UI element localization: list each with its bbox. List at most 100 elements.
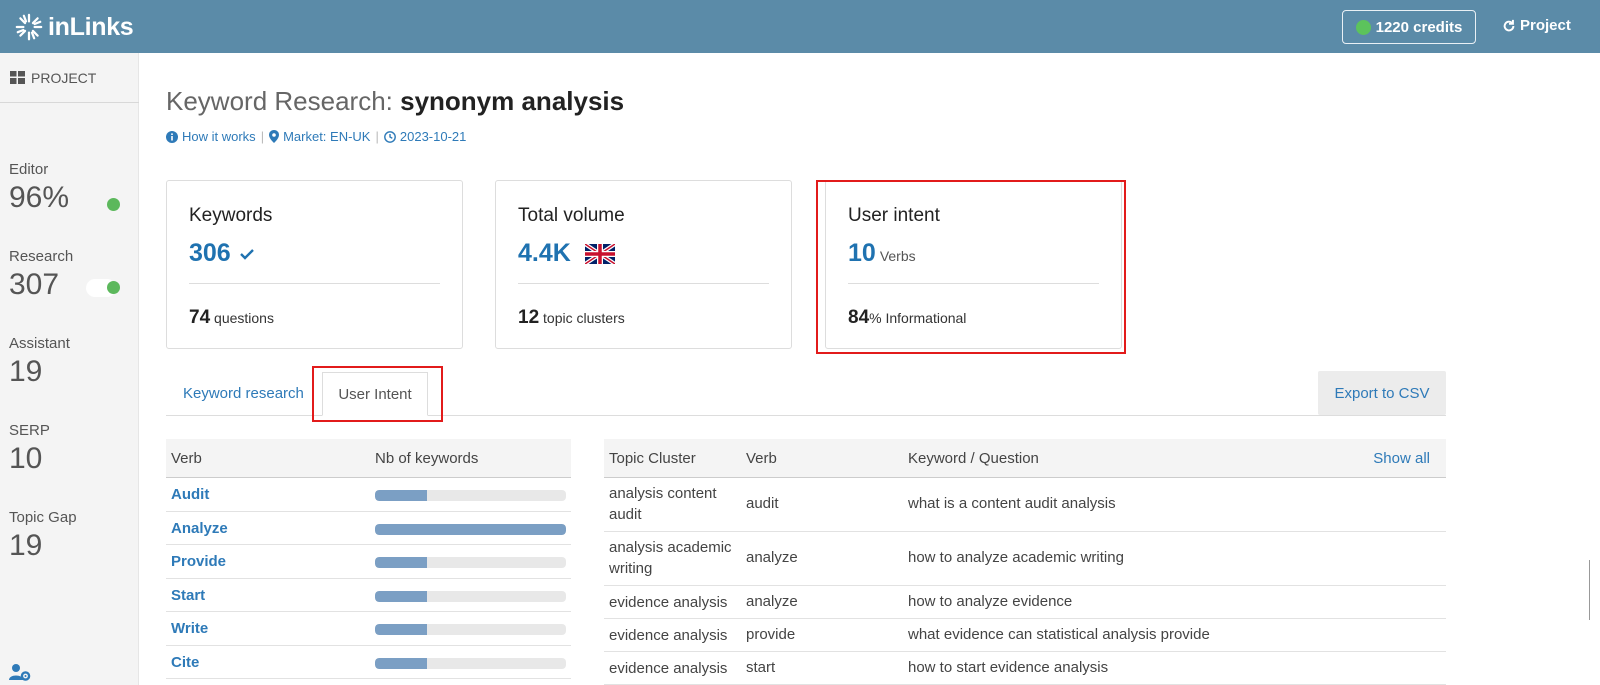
cluster-cell: evidence analysis — [609, 660, 728, 677]
stat-value: 10 — [9, 442, 43, 475]
tab-keyword-research[interactable]: Keyword research — [183, 385, 304, 402]
table-row: Audit — [166, 478, 571, 512]
meta-separator: | — [260, 129, 265, 144]
refresh-icon — [1503, 19, 1515, 31]
table-header: Topic Cluster Verb Keyword / Question Sh… — [604, 439, 1446, 478]
card-value: 306 — [189, 239, 255, 268]
table-row: analysis content audit audit what is a con… — [604, 478, 1446, 532]
cluster-cell: analysis academic writing — [609, 539, 732, 577]
app-logo[interactable]: inLinks — [13, 12, 134, 42]
clock-icon — [383, 130, 396, 143]
verb-cell: analyze — [746, 549, 798, 566]
verb-link[interactable]: Write — [171, 620, 208, 637]
stat-label: Research — [9, 248, 74, 265]
keyword-count-bar — [375, 657, 566, 669]
sidebar-project-header[interactable]: PROJECT — [0, 53, 139, 103]
verb-rows: Audit Analyze Provide Start Write Cite — [166, 478, 571, 679]
stat-value: 307 — [9, 268, 60, 301]
verb-link[interactable]: Analyze — [171, 520, 228, 537]
volume-value: 4.4K — [518, 239, 571, 267]
keyword-count-bar-fill — [375, 657, 427, 669]
keyword-count-bar — [375, 523, 566, 535]
col-verb: Verb — [171, 450, 202, 467]
editor-status-dot — [107, 198, 120, 211]
cluster-rows: analysis content audit audit what is a con… — [604, 478, 1446, 685]
user-intent-highlight — [816, 180, 1126, 354]
verb-link[interactable]: Start — [171, 587, 205, 604]
verb-link[interactable]: Cite — [171, 654, 199, 671]
export-csv-button[interactable]: Export to CSV — [1318, 371, 1446, 415]
table-row: Start — [166, 579, 571, 612]
keyword-count-bar-fill — [375, 490, 427, 501]
questions-count: 74 — [189, 307, 211, 328]
table-row: Analyze — [166, 512, 571, 545]
table-row: evidence analysis analyze how to analyze e… — [604, 586, 1446, 619]
keyword-count-bar-fill — [375, 523, 566, 535]
table-row: Write — [166, 612, 571, 646]
page-meta: How it works | Market: EN-UK | 2023-10-2… — [166, 129, 466, 144]
research-status-dot — [107, 281, 120, 294]
page-title: Keyword Research: synonym analysis — [166, 86, 624, 117]
stat-editor[interactable]: Editor 96% — [9, 161, 69, 215]
stat-assistant[interactable]: Assistant 19 — [9, 335, 70, 389]
title-prefix: Keyword Research: — [166, 86, 401, 116]
cluster-cell: evidence analysis — [609, 594, 728, 611]
keyword-cell: how to start evidence analysis — [908, 659, 1109, 676]
project-label: Project — [1520, 17, 1571, 34]
keyword-count-bar — [375, 624, 566, 635]
tab-highlight — [312, 366, 443, 422]
sidebar: PROJECT Editor 96% Research 307 Assistan… — [0, 53, 139, 685]
clusters-label: topic clusters — [539, 310, 625, 326]
clusters-count: 12 — [518, 307, 540, 328]
user-settings-icon[interactable] — [9, 663, 31, 681]
stat-label: Topic Gap — [9, 509, 77, 526]
title-keyword: synonym analysis — [400, 86, 625, 116]
date-label: 2023-10-21 — [399, 129, 467, 144]
verb-cell: audit — [746, 495, 779, 512]
keyword-cell: how to analyze evidence — [908, 593, 1073, 610]
stat-label: SERP — [9, 422, 50, 439]
card-divider — [189, 283, 440, 284]
stat-serp[interactable]: SERP 10 — [9, 422, 50, 476]
logo-text: inLinks — [48, 12, 134, 41]
verb-link[interactable]: Audit — [171, 486, 209, 503]
stat-research[interactable]: Research 307 — [9, 248, 73, 302]
stat-label: Editor — [9, 161, 49, 178]
project-button[interactable]: Project — [1502, 17, 1571, 34]
col-keyword-question: Keyword / Question — [908, 450, 1039, 467]
keywords-count: 306 — [189, 239, 231, 267]
credits-status-dot — [1355, 19, 1371, 35]
uk-flag-icon — [584, 243, 615, 264]
stat-value: 19 — [9, 529, 43, 562]
card-title: Keywords — [189, 205, 273, 226]
credits-button[interactable]: 1220 credits — [1342, 10, 1476, 44]
export-label: Export to CSV — [1334, 384, 1430, 402]
checkmark-icon — [239, 249, 254, 260]
market-label[interactable]: Market: EN-UK — [283, 129, 370, 144]
table-row: Provide — [166, 545, 571, 579]
top-bar: inLinks 1220 credits Project — [0, 0, 1600, 53]
show-all-link[interactable]: Show all — [1373, 450, 1430, 467]
col-topic-cluster: Topic Cluster — [609, 450, 696, 467]
verb-cell: provide — [746, 626, 796, 643]
info-icon — [166, 130, 178, 143]
stat-value: 96% — [9, 181, 70, 214]
table-row: analysis academic writing analyze how to a… — [604, 532, 1446, 586]
sunburst-icon — [15, 13, 43, 41]
keyword-count-bar-fill — [375, 624, 427, 635]
stat-topic-gap[interactable]: Topic Gap 19 — [9, 509, 77, 563]
keyword-cell: how to analyze academic writing — [908, 549, 1124, 566]
keyword-count-bar — [375, 590, 566, 602]
stat-value: 19 — [9, 355, 43, 388]
keywords-card: Keywords 306 74 questions — [166, 180, 463, 349]
keyword-count-bar-fill — [375, 590, 427, 602]
verb-cell: analyze — [746, 593, 798, 610]
grid-icon — [10, 71, 25, 84]
stat-label: Assistant — [9, 335, 70, 352]
how-it-works-link[interactable]: How it works — [182, 129, 256, 144]
card-divider — [518, 283, 769, 284]
map-marker-icon — [269, 130, 280, 143]
verb-link[interactable]: Provide — [171, 553, 226, 570]
card-footer: 12 topic clusters — [518, 307, 625, 329]
cluster-cell: analysis content audit — [609, 485, 717, 523]
